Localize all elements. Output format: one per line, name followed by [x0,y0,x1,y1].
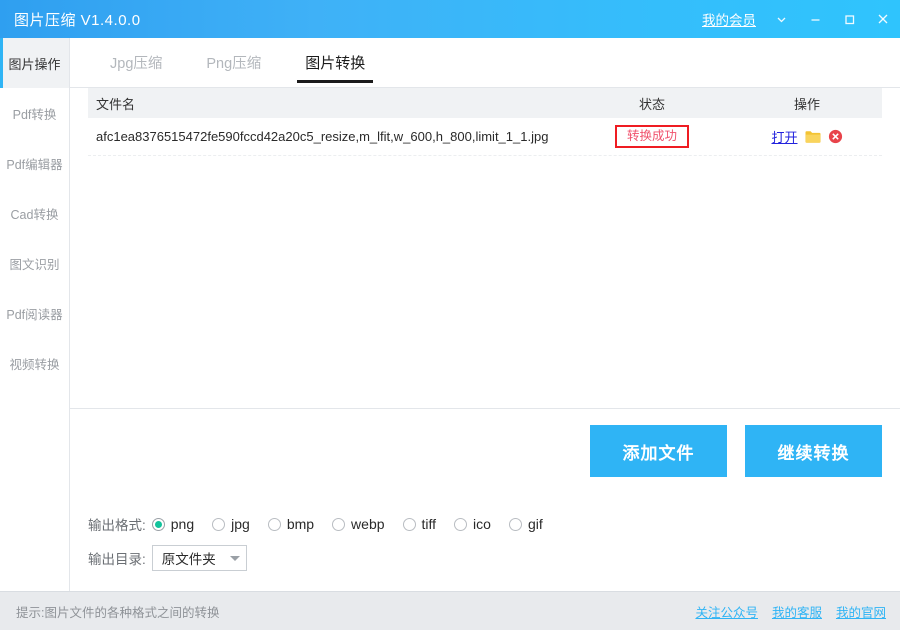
radio-format-tiff[interactable]: tiff [403,516,437,532]
output-dir-label: 输出目录: [88,548,146,568]
column-header-filename: 文件名 [88,94,572,113]
sidebar-item-cad-convert[interactable]: Cad转换 [0,188,69,238]
radio-dot-icon [212,518,225,531]
sidebar-item-image-ops[interactable]: 图片操作 [0,38,69,88]
radio-label: jpg [231,516,250,532]
chevron-down-icon [230,556,240,561]
file-table: 文件名 状态 操作 afc1ea8376515472fe590fccd42a20… [70,88,900,408]
close-button[interactable] [866,0,900,38]
body: 图片操作 Pdf转换 Pdf编辑器 Cad转换 图文识别 Pdf阅读器 视频转换 [0,38,900,592]
minimize-button[interactable] [798,0,832,38]
action-button-row: 添加文件 继续转换 [70,409,900,493]
table-row[interactable]: afc1ea8376515472fe590fccd42a20c5_resize,… [88,118,882,156]
sidebar-item-label: Pdf阅读器 [6,304,62,323]
sidebar-item-label: 图片操作 [8,54,60,73]
chevron-down-icon[interactable] [764,0,798,38]
radio-dot-icon [403,518,416,531]
title-bar-controls: 我的会员 [702,0,900,38]
radio-format-webp[interactable]: webp [332,516,384,532]
radio-label: ico [473,516,491,532]
radio-label: gif [528,516,543,532]
status-cell: 转换成功 [572,125,732,149]
output-format-label: 输出格式: [88,514,146,534]
radio-dot-icon [332,518,345,531]
column-header-operations: 操作 [732,94,882,113]
app-title: 图片压缩 V1.4.0.0 [14,9,141,30]
sidebar-item-label: Pdf编辑器 [6,154,62,173]
radio-format-ico[interactable]: ico [454,516,491,532]
app-window: 图片压缩 V1.4.0.0 我的会员 图片操作 Pdf转换 [0,0,900,630]
footer-hint: 提示:图片文件的各种格式之间的转换 [16,602,219,621]
footer-links: 关注公众号 我的客服 我的官网 [695,602,886,621]
table-header-row: 文件名 状态 操作 [88,88,882,118]
sidebar: 图片操作 Pdf转换 Pdf编辑器 Cad转换 图文识别 Pdf阅读器 视频转换 [0,38,70,591]
footer-link-website[interactable]: 我的官网 [836,602,886,621]
radio-label: webp [351,516,384,532]
my-membership-link[interactable]: 我的会员 [702,9,756,29]
output-format-row: 输出格式: png jpg bmp webp [88,507,900,541]
output-dir-value: 原文件夹 [162,548,216,568]
operations-cell: 打开 [732,127,882,146]
tab-bar: Jpg压缩 Png压缩 图片转换 [70,38,900,88]
sidebar-item-label: Cad转换 [11,204,59,223]
add-file-button[interactable]: 添加文件 [590,425,727,477]
radio-dot-icon [454,518,467,531]
radio-label: png [171,516,194,532]
delete-icon[interactable] [828,129,843,144]
footer-link-official-account[interactable]: 关注公众号 [695,602,758,621]
tab-image-convert[interactable]: 图片转换 [283,38,387,87]
sidebar-item-label: 图文识别 [9,254,59,273]
tab-jpg-compress[interactable]: Jpg压缩 [88,38,184,87]
open-link[interactable]: 打开 [771,127,797,146]
tab-label: 图片转换 [305,52,365,73]
footer-bar: 提示:图片文件的各种格式之间的转换 关注公众号 我的客服 我的官网 [0,592,900,630]
main-panel: Jpg压缩 Png压缩 图片转换 文件名 状态 操作 afc1ea8376515… [70,38,900,591]
sidebar-item-pdf-reader[interactable]: Pdf阅读器 [0,288,69,338]
radio-format-jpg[interactable]: jpg [212,516,250,532]
output-dir-row: 输出目录: 原文件夹 [88,541,900,575]
tab-label: Png压缩 [206,52,261,73]
status-badge: 转换成功 [615,125,689,149]
radio-dot-icon [509,518,522,531]
sidebar-item-video-convert[interactable]: 视频转换 [0,338,69,388]
sidebar-item-pdf-convert[interactable]: Pdf转换 [0,88,69,138]
continue-convert-button[interactable]: 继续转换 [745,425,882,477]
footer-link-support[interactable]: 我的客服 [772,602,822,621]
radio-format-bmp[interactable]: bmp [268,516,314,532]
radio-label: bmp [287,516,314,532]
radio-dot-icon [268,518,281,531]
folder-icon[interactable] [805,130,821,144]
sidebar-item-ocr[interactable]: 图文识别 [0,238,69,288]
sidebar-item-label: Pdf转换 [13,104,57,123]
file-name-cell: afc1ea8376515472fe590fccd42a20c5_resize,… [88,129,572,144]
options-panel: 输出格式: png jpg bmp webp [70,493,900,591]
sidebar-item-label: 视频转换 [9,354,59,373]
radio-label: tiff [422,516,437,532]
table-empty-area [88,156,882,408]
output-dir-select[interactable]: 原文件夹 [152,545,247,571]
radio-dot-icon [152,518,165,531]
radio-format-gif[interactable]: gif [509,516,543,532]
radio-format-png[interactable]: png [152,516,194,532]
column-header-status: 状态 [572,94,732,113]
sidebar-item-pdf-editor[interactable]: Pdf编辑器 [0,138,69,188]
maximize-button[interactable] [832,0,866,38]
tab-png-compress[interactable]: Png压缩 [184,38,283,87]
title-bar: 图片压缩 V1.4.0.0 我的会员 [0,0,900,38]
tab-label: Jpg压缩 [110,52,162,73]
